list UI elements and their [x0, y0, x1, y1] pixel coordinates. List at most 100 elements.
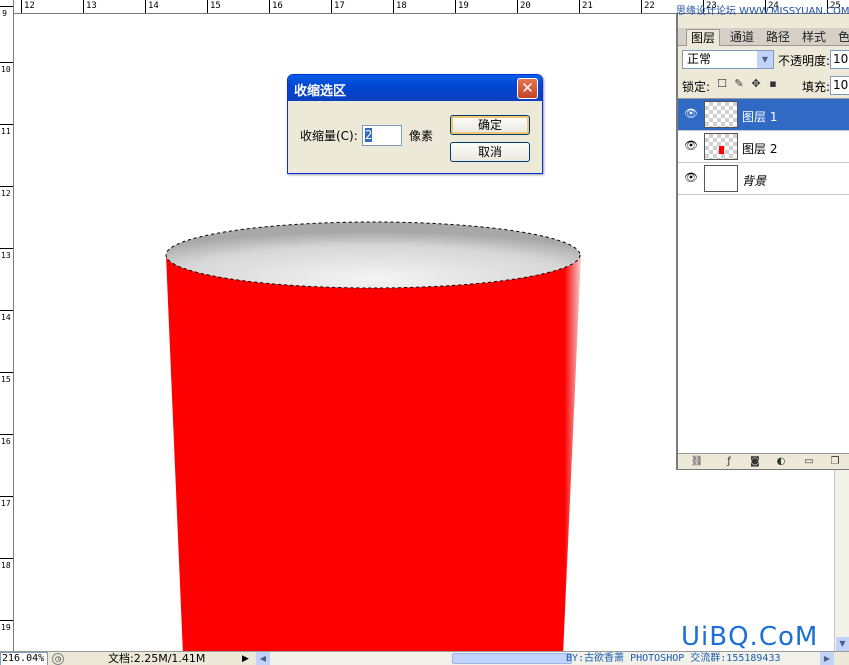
- dialog-titlebar[interactable]: 收缩选区 ✕: [288, 75, 542, 101]
- ruler-tick: [579, 0, 580, 13]
- link-layers-icon[interactable]: ⛓: [690, 455, 704, 468]
- ruler-label: 22: [644, 1, 655, 11]
- layer-thumbnail: [704, 133, 738, 160]
- ruler-tick: [269, 0, 270, 13]
- ruler-tick: [517, 0, 518, 13]
- ruler-label: 12: [24, 1, 35, 11]
- tab-styles[interactable]: 样式: [798, 29, 830, 46]
- ruler-label: 18: [1, 561, 11, 570]
- ruler-label: 15: [210, 1, 221, 11]
- ruler-tick: [641, 0, 642, 13]
- ruler-tick: [21, 0, 22, 13]
- panel-tabs: 图层 通道 路径 样式 色: [678, 28, 849, 46]
- ruler-label: 15: [1, 375, 11, 384]
- close-button[interactable]: ✕: [517, 78, 538, 99]
- layer-name: 背景: [742, 174, 767, 188]
- cancel-button[interactable]: 取消: [450, 142, 530, 162]
- tab-layers[interactable]: 图层: [686, 29, 721, 46]
- tab-color[interactable]: 色: [834, 29, 849, 46]
- ruler-tick: [0, 434, 13, 435]
- ok-button[interactable]: 确定: [450, 115, 530, 135]
- status-menu-arrow-icon[interactable]: ▶: [242, 653, 249, 665]
- layer-list: 👁 图层 1 👁 图层 2 👁 背景: [678, 98, 849, 454]
- layer-mask-icon[interactable]: ◙: [748, 455, 762, 468]
- watermark-logo: UiBQ.CoM: [681, 622, 819, 652]
- lock-all-icon[interactable]: ▪: [767, 78, 779, 90]
- layer-row-background[interactable]: 👁 背景: [678, 163, 849, 195]
- layer-name: 图层 1: [742, 110, 778, 124]
- document-size-info: 文档:2.25M/1.41M: [108, 652, 206, 665]
- eye-icon[interactable]: 👁: [684, 108, 698, 120]
- layer-thumbnail: [704, 101, 738, 128]
- ruler-tick: [0, 310, 13, 311]
- panel-footer: ⛓ ƒ ◙ ◐ ▭ ❐: [678, 453, 849, 469]
- ruler-tick: [0, 620, 13, 621]
- opacity-input[interactable]: 100: [830, 50, 849, 69]
- ruler-label: 19: [1, 623, 11, 632]
- ruler-label: 19: [458, 1, 469, 11]
- lock-position-move-icon[interactable]: ✥: [750, 78, 762, 90]
- layer-row-layer-1[interactable]: 👁 图层 1: [678, 99, 849, 131]
- ruler-tick: [0, 248, 13, 249]
- dialog-title: 收缩选区: [294, 84, 347, 99]
- author-credit: BY:古欲香萧 PHOTOSHOP 交流群:155189433: [566, 653, 781, 664]
- ruler-tick: [207, 0, 208, 13]
- new-layer-icon[interactable]: ❐: [828, 455, 842, 468]
- status-info-icon[interactable]: ◷: [52, 653, 64, 665]
- ruler-label: 16: [1, 437, 11, 446]
- left-ruler[interactable]: 9 10 11 12 13 14 15 16 17 18 19: [0, 0, 14, 651]
- cup-body: [166, 255, 581, 651]
- opacity-label: 不透明度:: [778, 54, 831, 68]
- ruler-label: 14: [148, 1, 159, 11]
- contract-amount-input[interactable]: 2: [362, 125, 402, 146]
- tab-channels[interactable]: 通道: [726, 29, 758, 46]
- lock-label: 锁定:: [682, 80, 711, 94]
- ruler-label: 12: [1, 189, 11, 198]
- eye-icon[interactable]: 👁: [684, 140, 698, 152]
- ruler-tick: [393, 0, 394, 13]
- blend-mode-value: 正常: [687, 52, 712, 66]
- zoom-level-field[interactable]: 216.04%: [0, 652, 48, 665]
- ruler-label: 9: [2, 9, 7, 18]
- ruler-tick: [0, 372, 13, 373]
- contract-amount-value: 2: [365, 128, 373, 142]
- lock-image-brush-icon[interactable]: ✎: [733, 78, 745, 90]
- unit-label: 像素: [409, 129, 434, 143]
- layer-row-layer-2[interactable]: 👁 图层 2: [678, 131, 849, 163]
- layers-panel: 图层 通道 路径 样式 色 正常 ▼ 不透明度: 100 锁定: ☐ ✎ ✥ ▪…: [676, 14, 849, 470]
- layer-style-icon[interactable]: ƒ: [722, 455, 736, 468]
- ruler-label: 10: [1, 65, 11, 74]
- fill-label: 填充:: [802, 80, 831, 94]
- scroll-right-arrow-icon[interactable]: ▶: [820, 652, 834, 665]
- ruler-tick: [455, 0, 456, 13]
- fill-input[interactable]: 100: [830, 76, 849, 95]
- watermark-top: 思缘设计论坛 WWW.MISSYUAN.COM: [676, 6, 849, 17]
- status-bar: 216.04% ◷ 文档:2.25M/1.41M ▶ ◀ ▶ BY:古欲香萧 P…: [0, 651, 849, 665]
- close-icon: ✕: [521, 79, 534, 97]
- blend-mode-select[interactable]: 正常 ▼: [682, 50, 774, 69]
- lock-transparency-icon[interactable]: ☐: [716, 78, 728, 90]
- scroll-down-arrow-icon[interactable]: ▼: [836, 637, 849, 651]
- layer-name: 图层 2: [742, 142, 778, 156]
- ruler-label: 14: [1, 313, 11, 322]
- ruler-label: 18: [396, 1, 407, 11]
- new-group-icon[interactable]: ▭: [802, 455, 816, 468]
- ruler-label: 13: [1, 251, 11, 260]
- ruler-tick: [0, 186, 13, 187]
- ruler-tick: [0, 124, 13, 125]
- ruler-label: 17: [334, 1, 345, 11]
- adjustment-layer-icon[interactable]: ◐: [774, 455, 788, 468]
- vertical-scrollbar[interactable]: ▼: [834, 470, 849, 651]
- ruler-label: 16: [272, 1, 283, 11]
- ruler-label: 11: [1, 127, 11, 136]
- ruler-tick: [0, 496, 13, 497]
- thumbnail-red-mark: [719, 146, 724, 154]
- tab-paths[interactable]: 路径: [762, 29, 794, 46]
- contract-amount-label: 收缩量(C):: [300, 129, 358, 143]
- ruler-tick: [83, 0, 84, 13]
- ruler-tick: [331, 0, 332, 13]
- scrollbar-thumb[interactable]: [452, 653, 572, 664]
- contract-selection-dialog: 收缩选区 ✕ 收缩量(C): 2 像素 确定 取消: [287, 74, 543, 174]
- eye-icon[interactable]: 👁: [684, 172, 698, 184]
- scroll-left-arrow-icon[interactable]: ◀: [256, 652, 270, 665]
